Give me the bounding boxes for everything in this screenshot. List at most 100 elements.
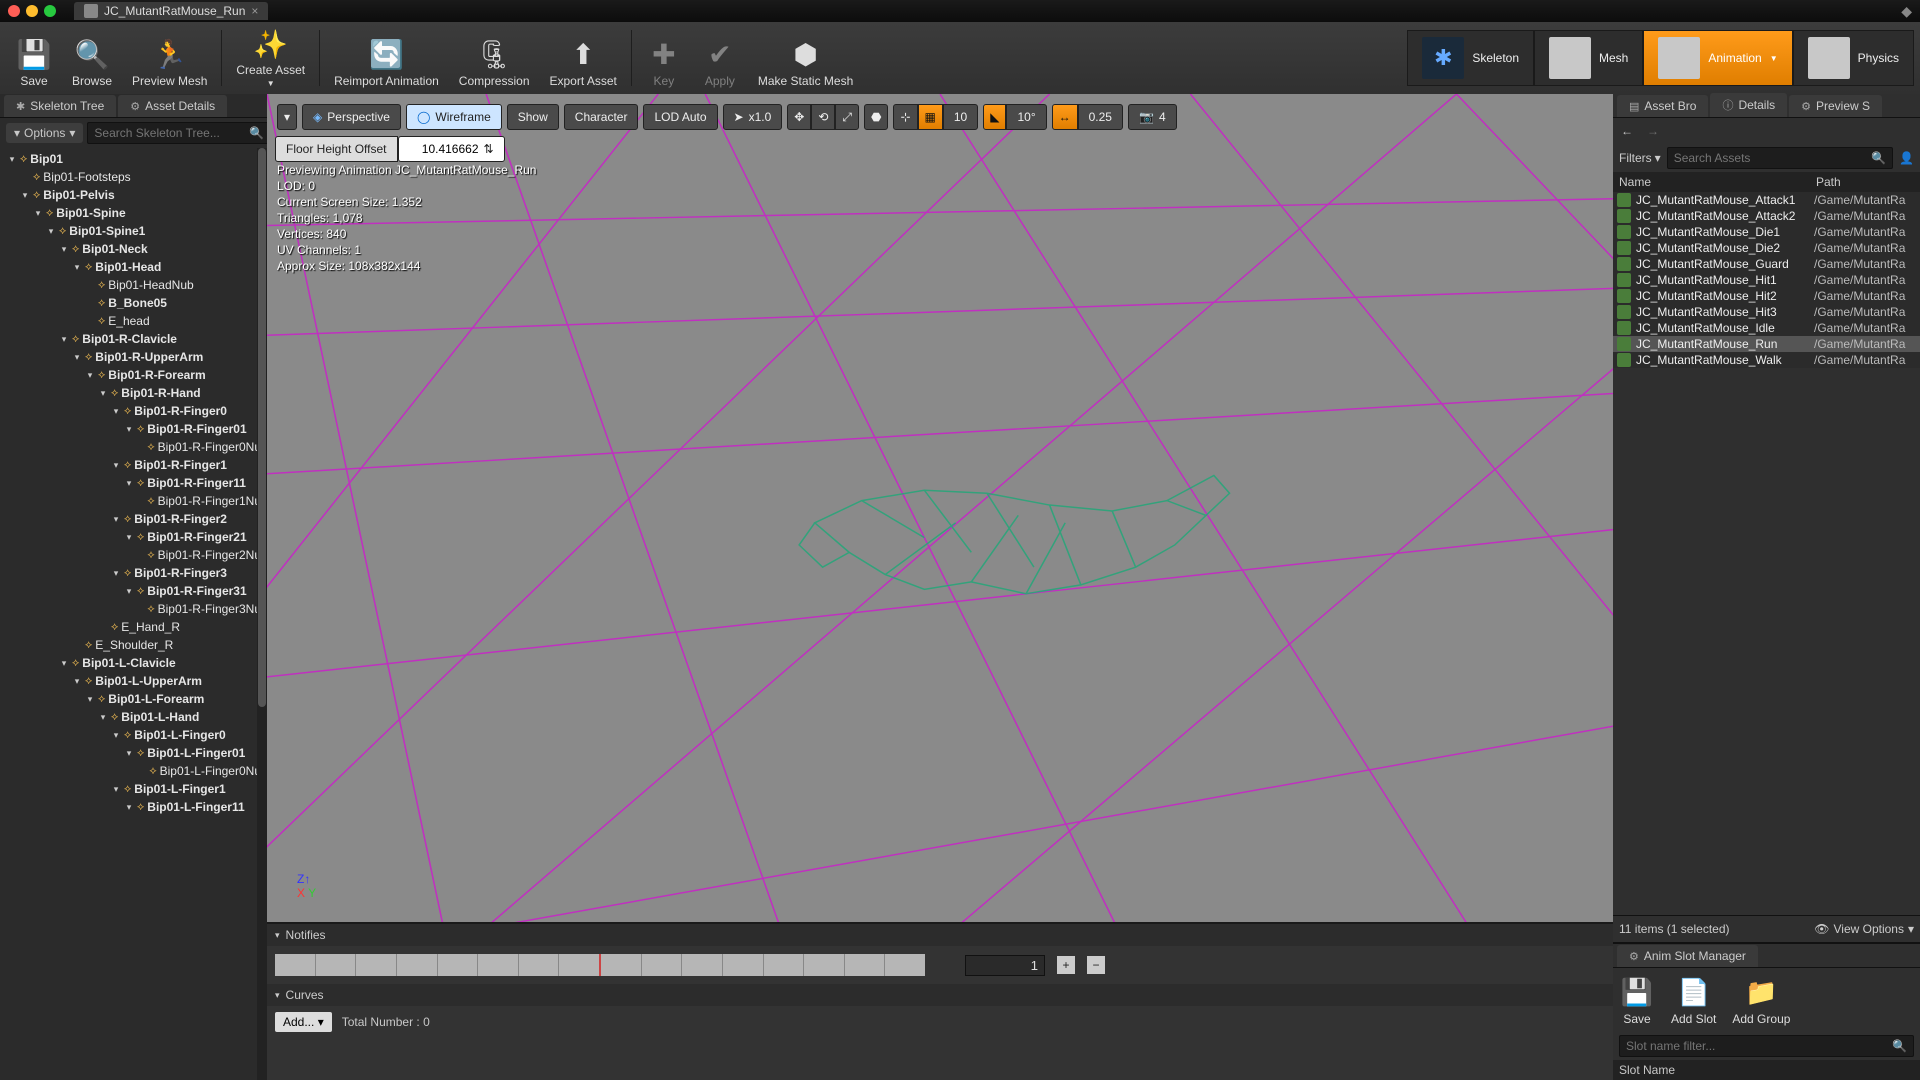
make-static-mesh-button[interactable]: ⬢Make Static Mesh (748, 24, 863, 92)
col-path[interactable]: Path (1810, 172, 1920, 192)
expand-toggle-icon[interactable]: ▾ (111, 402, 121, 420)
scale-button[interactable]: ⤢ (835, 104, 859, 130)
user-icon[interactable]: 👤 (1899, 151, 1914, 165)
translate-button[interactable]: ✥ (787, 104, 811, 130)
key-button[interactable]: ✚Key (636, 24, 692, 92)
tab-skeleton-tree[interactable]: ✱Skeleton Tree (4, 95, 116, 117)
nav-forward-button[interactable]: → (1645, 122, 1661, 140)
bone-node[interactable]: ▾⟡Bip01-L-Finger0 (4, 726, 267, 744)
curves-header[interactable]: ▾Curves (267, 984, 1613, 1006)
bone-node[interactable]: ▾⟡Bip01-L-Finger1 (4, 780, 267, 798)
wireframe-button[interactable]: ◯Wireframe (406, 104, 502, 130)
reimport-button[interactable]: 🔄Reimport Animation (324, 24, 449, 92)
tab-details[interactable]: ⓘDetails (1710, 93, 1787, 117)
expand-toggle-icon[interactable]: ▾ (59, 240, 69, 258)
expand-toggle-icon[interactable]: ▾ (72, 348, 82, 366)
skeleton-search[interactable]: 🔍 (87, 122, 271, 144)
skeleton-search-input[interactable] (94, 126, 249, 140)
close-window-icon[interactable] (8, 5, 20, 17)
bone-node[interactable]: ▾⟡Bip01-R-Forearm (4, 366, 267, 384)
slot-filter[interactable]: 🔍 (1619, 1035, 1914, 1057)
export-asset-button[interactable]: ⬆Export Asset (540, 24, 627, 92)
expand-toggle-icon[interactable]: ▾ (59, 330, 69, 348)
slot-filter-input[interactable] (1626, 1039, 1892, 1053)
spinner-icon[interactable]: ⇅ (484, 142, 494, 156)
bone-node[interactable]: ▾⟡Bip01-L-UpperArm (4, 672, 267, 690)
expand-toggle-icon[interactable]: ▾ (72, 672, 82, 690)
camera-button[interactable]: ⬣ (864, 104, 888, 130)
mode-animation[interactable]: Animation▼ (1643, 30, 1792, 86)
bone-node[interactable]: ▾⟡Bip01-Spine1 (4, 222, 267, 240)
save-button[interactable]: 💾Save (6, 24, 62, 92)
expand-toggle-icon[interactable]: ▾ (111, 510, 121, 528)
grid-snap-value[interactable]: 10 (943, 104, 978, 130)
expand-toggle-icon[interactable]: ▾ (124, 420, 134, 438)
show-button[interactable]: Show (507, 104, 559, 130)
bone-node[interactable]: ▾⟡Bip01-L-Hand (4, 708, 267, 726)
preview-mesh-button[interactable]: 🏃Preview Mesh (122, 24, 217, 92)
asset-row[interactable]: JC_MutantRatMouse_Die1/Game/MutantRa (1613, 224, 1920, 240)
bone-node[interactable]: ▾⟡Bip01-L-Finger01 (4, 744, 267, 762)
asset-search-input[interactable] (1674, 151, 1871, 165)
bone-node[interactable]: ▾⟡Bip01-Head (4, 258, 267, 276)
bone-node[interactable]: ▾⟡Bip01-R-Finger3 (4, 564, 267, 582)
add-slot-button[interactable]: 📄Add Slot (1671, 974, 1716, 1026)
lod-button[interactable]: LOD Auto (643, 104, 717, 130)
compression-button[interactable]: 🗜Compression (449, 24, 540, 92)
rotate-button[interactable]: ⟲ (811, 104, 835, 130)
expand-toggle-icon[interactable]: ▾ (111, 564, 121, 582)
bone-node[interactable]: ▾⟡Bip01-L-Clavicle (4, 654, 267, 672)
angle-snap-button[interactable]: ◣ (983, 104, 1006, 130)
asset-list[interactable]: JC_MutantRatMouse_Attack1/Game/MutantRa J… (1613, 192, 1920, 368)
bone-node[interactable]: ▾⟡Bip01-R-UpperArm (4, 348, 267, 366)
bone-node[interactable]: ⟡Bip01-R-Finger0Nu (4, 438, 267, 456)
tab-asset-details[interactable]: ⚙Asset Details (118, 95, 227, 117)
document-tab[interactable]: JC_MutantRatMouse_Run × (74, 2, 268, 20)
expand-toggle-icon[interactable]: ▾ (33, 204, 43, 222)
floor-value-input[interactable] (409, 142, 479, 156)
expand-toggle-icon[interactable]: ▾ (124, 798, 134, 816)
scrollbar-thumb[interactable] (258, 148, 266, 707)
bone-node[interactable]: ⟡Bip01-R-Finger1Nu (4, 492, 267, 510)
asset-row[interactable]: JC_MutantRatMouse_Hit2/Game/MutantRa (1613, 288, 1920, 304)
tab-anim-slot-manager[interactable]: ⚙Anim Slot Manager (1617, 945, 1758, 967)
slot-save-button[interactable]: 💾Save (1619, 974, 1655, 1026)
expand-toggle-icon[interactable]: ▾ (7, 150, 17, 168)
perspective-button[interactable]: ◈Perspective (302, 104, 401, 130)
expand-toggle-icon[interactable]: ▾ (20, 186, 30, 204)
skeleton-tree[interactable]: ▾⟡Bip01⟡Bip01-Footsteps▾⟡Bip01-Pelvis▾⟡B… (0, 148, 267, 1080)
notifies-header[interactable]: ▾Notifies (267, 924, 1613, 946)
asset-row[interactable]: JC_MutantRatMouse_Hit3/Game/MutantRa (1613, 304, 1920, 320)
expand-toggle-icon[interactable]: ▾ (85, 690, 95, 708)
expand-toggle-icon[interactable]: ▾ (59, 654, 69, 672)
asset-row[interactable]: JC_MutantRatMouse_Attack1/Game/MutantRa (1613, 192, 1920, 208)
character-button[interactable]: Character (564, 104, 639, 130)
asset-row[interactable]: JC_MutantRatMouse_Die2/Game/MutantRa (1613, 240, 1920, 256)
expand-toggle-icon[interactable]: ▾ (98, 708, 108, 726)
bone-node[interactable]: ▾⟡Bip01-L-Forearm (4, 690, 267, 708)
asset-row[interactable]: JC_MutantRatMouse_Idle/Game/MutantRa (1613, 320, 1920, 336)
bone-node[interactable]: ▾⟡Bip01-Spine (4, 204, 267, 222)
tab-asset-browser[interactable]: ▤Asset Bro (1617, 95, 1708, 117)
expand-toggle-icon[interactable]: ▾ (111, 456, 121, 474)
expand-toggle-icon[interactable]: ▾ (111, 726, 121, 744)
bone-node[interactable]: ▾⟡Bip01-R-Hand (4, 384, 267, 402)
asset-row[interactable]: JC_MutantRatMouse_Guard/Game/MutantRa (1613, 256, 1920, 272)
expand-toggle-icon[interactable]: ▾ (111, 780, 121, 798)
bone-node[interactable]: ▾⟡Bip01 (4, 150, 267, 168)
scale-snap-button[interactable]: ↔ (1052, 104, 1078, 130)
expand-toggle-icon[interactable]: ▾ (46, 222, 56, 240)
notify-count-input[interactable] (965, 955, 1045, 976)
expand-toggle-icon[interactable]: ▾ (124, 474, 134, 492)
bone-node[interactable]: ▾⟡Bip01-R-Finger31 (4, 582, 267, 600)
expand-toggle-icon[interactable]: ▾ (98, 384, 108, 402)
asset-row[interactable]: JC_MutantRatMouse_Walk/Game/MutantRa (1613, 352, 1920, 368)
bone-node[interactable]: ▾⟡Bip01-Pelvis (4, 186, 267, 204)
notify-plus-button[interactable]: + (1057, 956, 1075, 974)
bone-node[interactable]: ⟡Bip01-R-Finger3Nu (4, 600, 267, 618)
apply-button[interactable]: ✔Apply (692, 24, 748, 92)
close-tab-icon[interactable]: × (251, 4, 258, 18)
mode-mesh[interactable]: Mesh (1534, 30, 1643, 86)
mode-skeleton[interactable]: ✱Skeleton (1407, 30, 1534, 86)
maximize-window-icon[interactable] (44, 5, 56, 17)
